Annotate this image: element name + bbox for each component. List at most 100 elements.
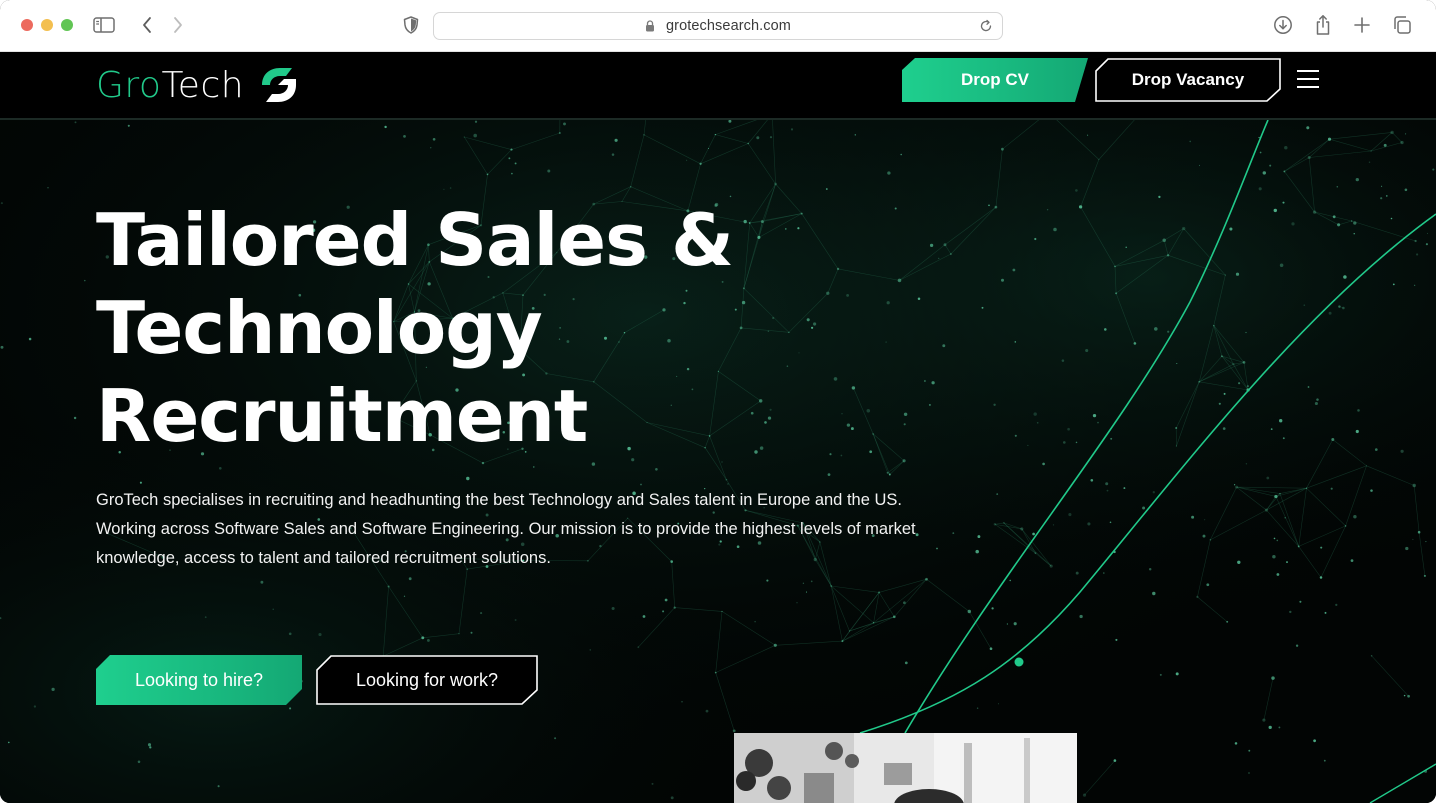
looking-for-work-label: Looking for work?	[355, 669, 499, 690]
background-particle	[1400, 449, 1404, 453]
background-particle	[1042, 462, 1045, 466]
close-window-button[interactable]	[21, 19, 33, 31]
background-particle	[611, 606, 615, 611]
background-particle	[732, 729, 736, 733]
background-particle	[1269, 164, 1272, 167]
background-particle	[217, 785, 220, 788]
background-particle	[1176, 362, 1178, 365]
background-particle	[1328, 311, 1332, 315]
background-particle	[1123, 487, 1126, 490]
background-particle	[1299, 600, 1302, 603]
background-particle	[1355, 429, 1359, 434]
background-particle	[673, 606, 676, 609]
background-particle	[1142, 506, 1146, 510]
background-particle	[1106, 489, 1109, 492]
background-particle	[651, 782, 654, 785]
background-particle	[1271, 676, 1275, 680]
back-icon[interactable]	[136, 14, 158, 36]
background-particle	[931, 381, 935, 385]
background-particle	[1330, 487, 1333, 490]
background-particle	[1167, 330, 1170, 333]
background-particle	[1282, 437, 1285, 440]
looking-for-work-button[interactable]: Looking for work?	[316, 655, 538, 705]
background-particle	[892, 615, 896, 619]
team-photo	[734, 733, 1077, 803]
background-particle	[508, 157, 511, 160]
background-particle	[997, 703, 1000, 705]
drop-cv-button[interactable]: Drop CV	[902, 58, 1088, 102]
background-particle	[408, 577, 412, 581]
new-tab-icon[interactable]	[1351, 14, 1373, 36]
background-particle	[430, 147, 432, 149]
site-header: Gro Tech Drop CV Drop Vacancy	[0, 52, 1436, 120]
background-particle	[486, 173, 489, 176]
privacy-shield-icon[interactable]	[400, 14, 422, 36]
background-particle	[642, 615, 646, 618]
background-particle	[1283, 170, 1286, 173]
background-particle	[470, 631, 473, 634]
background-particle	[725, 478, 728, 481]
background-particle	[558, 132, 561, 134]
background-particle	[1295, 644, 1299, 647]
logo-text-gro: Gro	[96, 64, 162, 106]
background-particle	[1286, 561, 1288, 564]
background-particle	[1353, 221, 1357, 225]
minimize-window-button[interactable]	[41, 19, 53, 31]
background-particle	[655, 468, 658, 471]
background-particle	[1152, 591, 1156, 596]
forward-icon[interactable]	[167, 14, 189, 36]
background-particle	[1319, 576, 1323, 579]
background-particle	[1353, 514, 1357, 519]
share-icon[interactable]	[1312, 14, 1334, 36]
background-particle	[1405, 133, 1407, 135]
background-particle	[1202, 534, 1206, 538]
background-particle	[707, 147, 710, 150]
background-particle	[681, 701, 683, 703]
hamburger-menu-icon[interactable]	[1297, 70, 1319, 88]
background-particle	[511, 172, 513, 175]
background-particle	[1085, 348, 1089, 353]
background-particle	[458, 633, 460, 635]
drop-vacancy-button[interactable]: Drop Vacancy	[1095, 58, 1281, 102]
background-particle	[1306, 126, 1310, 130]
background-particle	[1036, 421, 1039, 424]
background-particle	[1068, 513, 1072, 517]
background-particle	[149, 746, 152, 749]
background-particle	[426, 638, 430, 642]
background-particle	[1234, 742, 1238, 745]
background-particle	[714, 671, 717, 674]
background-particle	[1289, 610, 1292, 614]
download-icon[interactable]	[1272, 14, 1294, 36]
looking-to-hire-button[interactable]: Looking to hire?	[96, 655, 302, 705]
sidebar-icon[interactable]	[93, 14, 115, 36]
background-particle	[1248, 772, 1250, 774]
zoom-window-button[interactable]	[61, 19, 73, 31]
background-particle	[1237, 560, 1241, 564]
background-particle	[1027, 444, 1029, 446]
background-particle	[903, 423, 906, 426]
address-bar[interactable]: grotechsearch.com	[433, 12, 1003, 40]
background-particle	[554, 737, 557, 740]
background-particle	[975, 549, 979, 554]
background-particle	[1276, 573, 1280, 576]
background-particle	[929, 243, 934, 248]
background-particle	[1381, 185, 1383, 187]
background-particle	[1198, 164, 1201, 166]
background-particle	[1404, 188, 1408, 192]
tabs-overview-icon[interactable]	[1391, 14, 1413, 36]
background-particle	[591, 462, 596, 466]
background-particle	[721, 610, 723, 612]
background-particle	[1102, 572, 1105, 574]
background-particle	[1291, 222, 1295, 226]
reload-icon[interactable]	[978, 18, 994, 34]
background-particle	[1414, 239, 1417, 243]
background-particle	[994, 205, 998, 209]
background-particle	[1098, 158, 1100, 161]
background-particle	[7, 741, 10, 744]
background-particle	[611, 153, 615, 156]
background-particle	[0, 345, 4, 349]
background-particle	[756, 136, 760, 140]
grotech-logo[interactable]: Gro Tech	[96, 60, 300, 110]
background-particle	[886, 471, 889, 474]
background-particle	[1305, 487, 1308, 489]
